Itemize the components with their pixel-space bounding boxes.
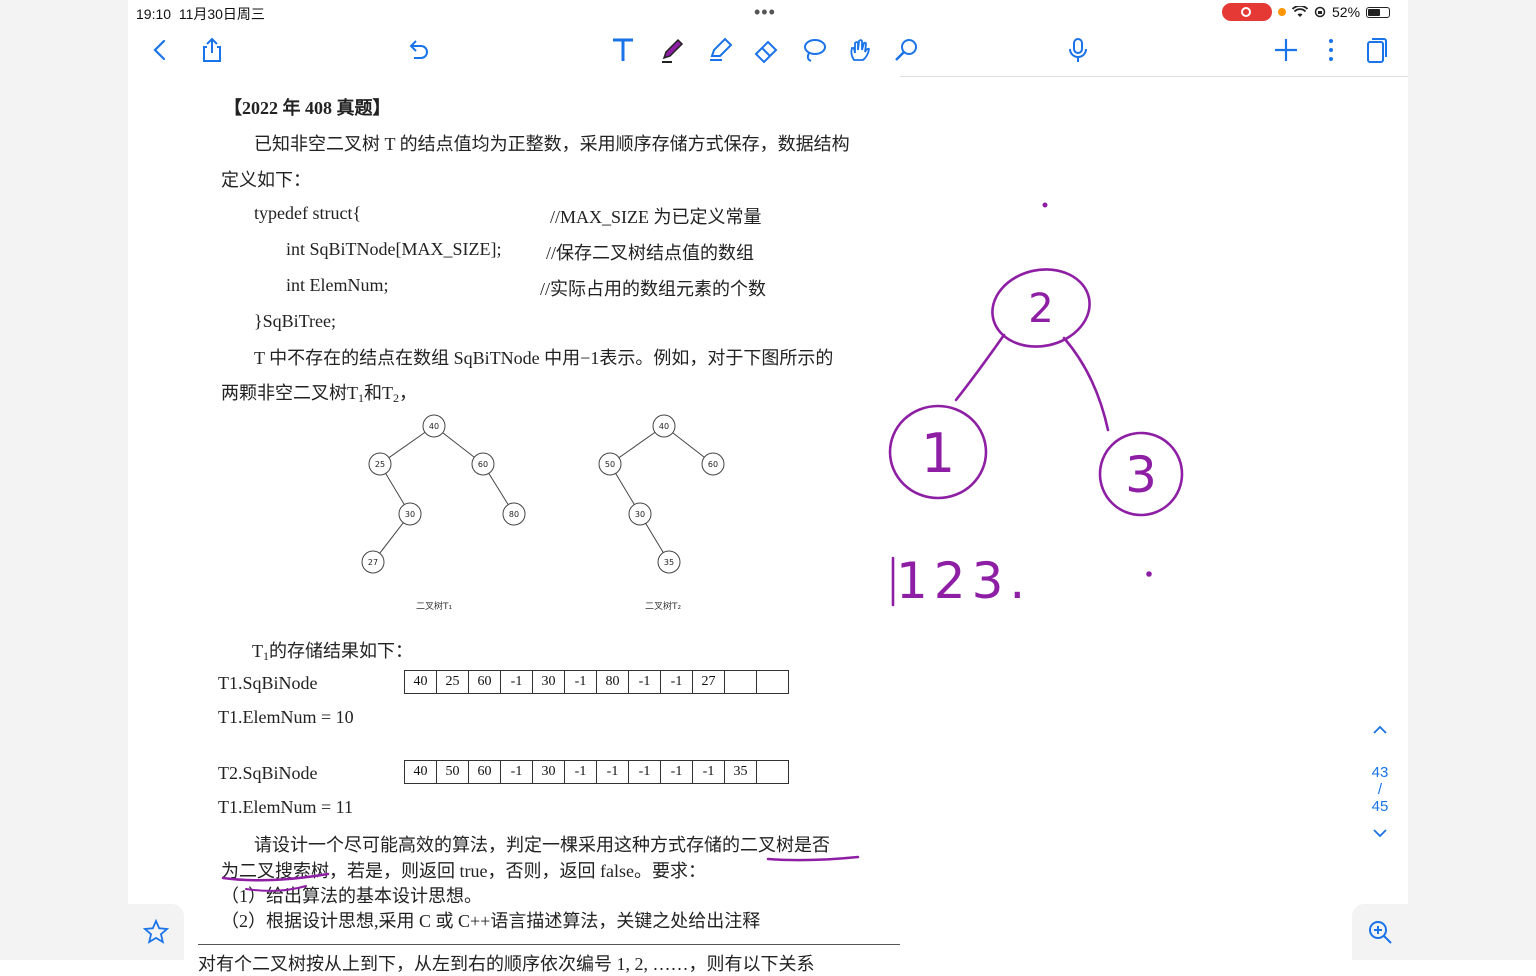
next-page-text: 对有个二叉树按从上到下，从左到右的顺序依次编号 1, 2, ……，则有以下关系 xyxy=(198,954,815,974)
image-tool-button[interactable] xyxy=(842,32,878,68)
page-divider xyxy=(198,944,900,945)
underline-annotations xyxy=(221,855,860,892)
rotation-lock-icon xyxy=(1314,6,1326,18)
eraser-icon xyxy=(754,40,778,64)
status-time: 19:10 11月30日周三 xyxy=(136,6,265,22)
zoom-in-icon xyxy=(1369,921,1392,944)
chevron-left-icon xyxy=(153,39,166,61)
page-down-button[interactable] xyxy=(1352,823,1408,847)
microphone-button[interactable] xyxy=(1060,32,1096,68)
text-tool-button[interactable] xyxy=(605,32,641,68)
more-button[interactable] xyxy=(1313,32,1349,68)
handwritten-node-root: 2 xyxy=(1028,286,1053,332)
eraser-tool-button[interactable] xyxy=(748,32,784,68)
page-navigator: 43 / 45 xyxy=(1352,720,1408,870)
page-separator: / xyxy=(1377,781,1383,798)
multitask-dots-icon[interactable]: ••• xyxy=(754,2,776,23)
status-indicators: 52% xyxy=(1278,4,1391,20)
highlighter-icon xyxy=(710,37,733,61)
document-page: 【2022 年 408 真题】 已知非空二叉树 T 的结点值均为正整数，采用顺序… xyxy=(128,76,900,974)
left-margin xyxy=(0,0,128,960)
battery-percent: 52% xyxy=(1332,4,1361,20)
current-page-number: 43 xyxy=(1371,764,1389,781)
battery-icon xyxy=(1366,6,1391,18)
mic-indicator-icon xyxy=(1278,8,1286,16)
handwritten-sequence: 123. xyxy=(896,552,1031,610)
laser-pointer-button[interactable] xyxy=(888,32,924,68)
plus-icon xyxy=(1275,39,1297,61)
ipad-screen: 19:10 11月30日周三 ••• 52% 【2022 年 408 真题】 已… xyxy=(128,0,1408,974)
star-icon xyxy=(142,918,170,944)
undo-button[interactable] xyxy=(400,32,436,68)
pen-tool-button[interactable] xyxy=(654,32,690,68)
share-icon xyxy=(203,37,221,62)
lasso-icon xyxy=(804,39,826,62)
toolbar xyxy=(128,24,1408,77)
lasso-tool-button[interactable] xyxy=(796,32,832,68)
pages-icon xyxy=(1367,38,1387,63)
add-page-button[interactable] xyxy=(1268,32,1304,68)
back-button[interactable] xyxy=(142,32,178,68)
total-page-number: 45 xyxy=(1371,798,1389,815)
chevron-down-icon xyxy=(1373,829,1387,838)
zoom-button[interactable] xyxy=(1352,904,1408,960)
microphone-icon xyxy=(1069,38,1087,62)
handwritten-node-left: 1 xyxy=(921,422,955,485)
screen-record-icon[interactable] xyxy=(1222,3,1272,21)
share-button[interactable] xyxy=(194,32,230,68)
undo-icon xyxy=(409,40,428,59)
pages-button[interactable] xyxy=(1358,32,1394,68)
chevron-up-icon xyxy=(1373,725,1387,734)
wifi-icon xyxy=(1292,6,1308,17)
handwritten-node-right: 3 xyxy=(1125,446,1157,504)
right-margin xyxy=(1408,0,1536,960)
status-bar: 19:10 11月30日周三 ••• 52% xyxy=(128,0,1408,24)
page-up-button[interactable] xyxy=(1352,720,1408,748)
text-tool-icon xyxy=(613,38,633,61)
favorite-button[interactable] xyxy=(128,904,184,960)
pen-icon xyxy=(662,38,684,63)
highlighter-tool-button[interactable] xyxy=(702,32,738,68)
hand-icon xyxy=(850,39,870,61)
handwriting-canvas[interactable]: 2 1 3 123. xyxy=(868,190,1208,630)
more-vertical-icon xyxy=(1329,39,1333,61)
laser-pointer-icon xyxy=(895,39,917,61)
